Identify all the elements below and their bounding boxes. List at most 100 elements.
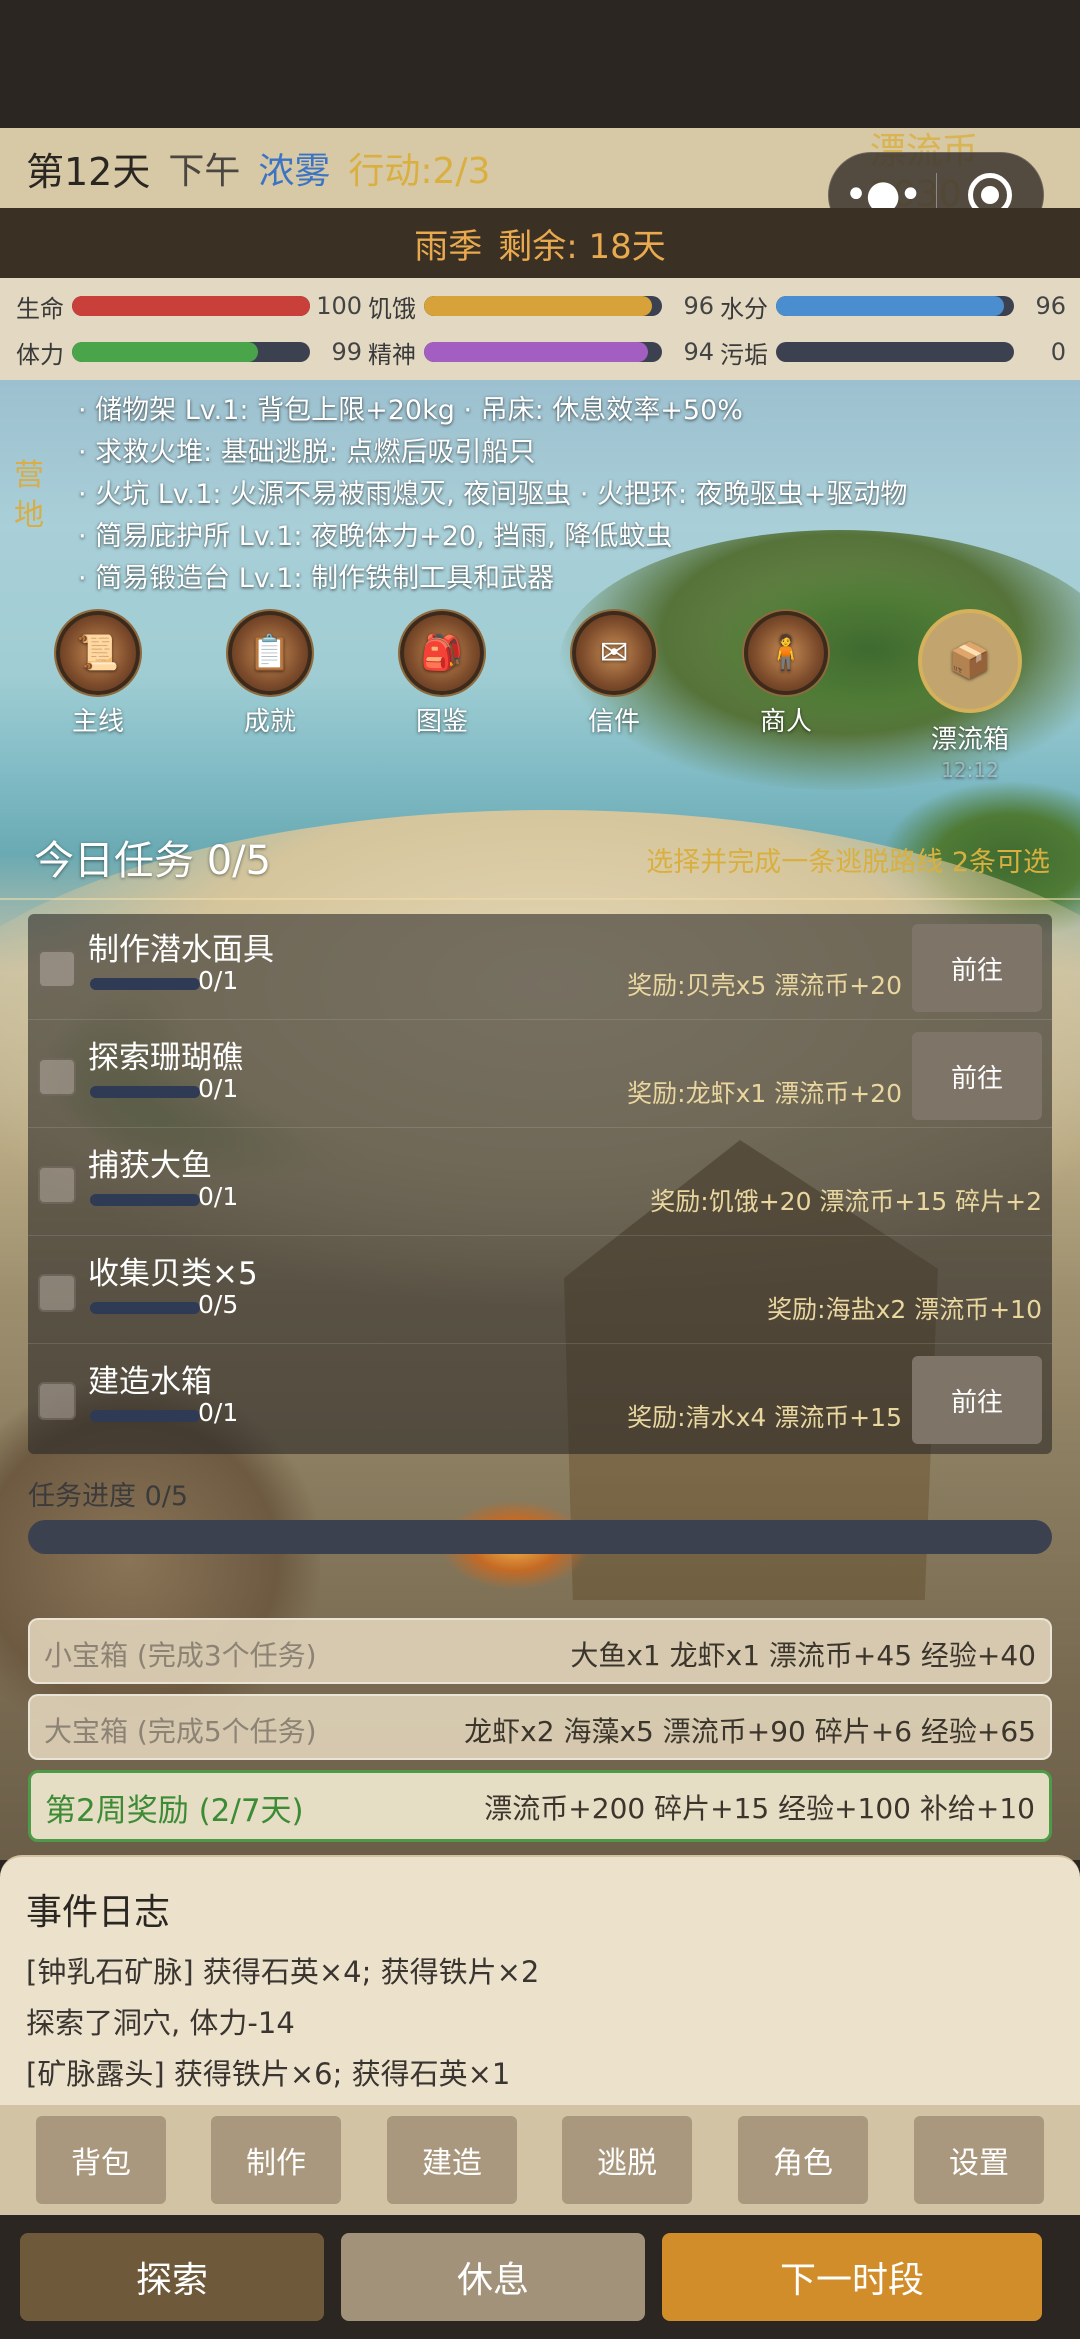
action-label: 行动:2/3 (348, 151, 491, 192)
event-log-title: 事件日志 (26, 1892, 171, 1933)
task-progress-value: 0/1 (198, 966, 239, 995)
task-checkbox[interactable] (38, 1166, 76, 1204)
menu-tabs: 背包 制作 建造 逃脱 角色 设置 (0, 2105, 1080, 2215)
nav-main-quest[interactable]: 📜 主线 (38, 611, 158, 738)
stat-value: 94 (683, 338, 714, 366)
task-go-button[interactable]: 前往 (912, 1032, 1042, 1120)
stat-health: 生命 100 (16, 286, 362, 326)
tab-character[interactable]: 角色 (738, 2116, 868, 2204)
task-progress-bar (90, 1086, 200, 1098)
task-name: 捕获大鱼 (88, 1148, 212, 1184)
scroll-icon: 📜 (56, 611, 140, 695)
task-progress-label: 任务进度 0/5 (28, 1481, 189, 1512)
task-go-button[interactable]: 前往 (912, 924, 1042, 1012)
task-name: 探索珊瑚礁 (88, 1040, 243, 1076)
nav-drift-box[interactable]: 📦 漂流箱 12:12 (910, 609, 1030, 782)
stat-bar (72, 296, 310, 316)
camp-building-item: · 简易锻造台 Lv.1: 制作铁制工具和武器 (78, 563, 555, 594)
daily-tasks-header: 今日任务 0/5 选择并完成一条逃脱路线 2条可选 (0, 810, 1080, 900)
task-go-button[interactable]: 前往 (912, 1356, 1042, 1444)
nav-label: 信件 (587, 707, 640, 737)
rest-button[interactable]: 休息 (341, 2233, 645, 2321)
stat-spirit: 精神 94 (368, 332, 714, 372)
nav-label: 漂流箱 (930, 725, 1009, 755)
weekly-reward[interactable]: 第2周奖励 (2/7天) 漂流币+200 碎片+15 经验+100 补给+10 (28, 1770, 1052, 1842)
event-log-line: 探索了洞穴, 体力-14 (26, 2006, 295, 2040)
tab-escape[interactable]: 逃脱 (562, 2116, 692, 2204)
task-row: 制作潜水面具 0/1 奖励:贝壳x5 漂流币+20 前往 (28, 914, 1052, 1020)
stat-value: 96 (1035, 292, 1066, 320)
chest-name: 大宝箱 (完成5个任务) (44, 1715, 317, 1748)
stat-label: 饥饿 (368, 294, 416, 323)
stat-bar (72, 342, 310, 362)
task-reward: 奖励:龙虾x1 漂流币+20 (627, 1079, 902, 1108)
stat-dirt: 污垢 0 (720, 332, 1066, 372)
task-progress-bar (90, 1410, 200, 1422)
action-bar: 探索 休息 下一时段 (0, 2215, 1080, 2339)
stat-fill (72, 342, 258, 362)
stat-label: 精神 (368, 340, 416, 369)
stat-label: 污垢 (720, 340, 768, 369)
nav-letters[interactable]: ✉ 信件 (554, 611, 674, 738)
nav-label: 成就 (243, 707, 296, 737)
task-checkbox[interactable] (38, 1058, 76, 1096)
nav-merchant[interactable]: 🧍 商人 (726, 611, 846, 738)
big-chest[interactable]: 大宝箱 (完成5个任务) 龙虾x2 海藻x5 漂流币+90 碎片+6 经验+65 (28, 1694, 1052, 1760)
tab-settings[interactable]: 设置 (914, 2116, 1044, 2204)
task-name: 制作潜水面具 (88, 932, 274, 968)
clipboard-icon: 📋 (228, 611, 312, 695)
task-row: 探索珊瑚礁 0/1 奖励:龙虾x1 漂流币+20 前往 (28, 1022, 1052, 1128)
camp-panel: 营地 · 储物架 Lv.1: 背包上限+20kg · 吊床: 休息效率+50% … (0, 380, 1080, 610)
stat-value: 100 (316, 292, 362, 320)
camp-building-item: · 储物架 Lv.1: 背包上限+20kg · 吊床: 休息效率+50% (78, 395, 743, 426)
task-progress-bar (90, 1302, 200, 1314)
system-top-bar (0, 0, 1080, 128)
chest-name: 第2周奖励 (2/7天) (45, 1793, 304, 1829)
stat-label: 生命 (16, 294, 64, 323)
tab-backpack[interactable]: 背包 (36, 2116, 166, 2204)
task-progress-value: 0/1 (198, 1074, 239, 1103)
stat-stamina: 体力 99 (16, 332, 362, 372)
stat-fill (776, 296, 1005, 316)
stat-value: 99 (331, 338, 362, 366)
nav-label: 主线 (71, 707, 124, 737)
daily-tasks-title: 今日任务 0/5 (34, 838, 272, 884)
escape-route-hint[interactable]: 选择并完成一条逃脱路线 2条可选 (646, 840, 1050, 879)
task-checkbox[interactable] (38, 1274, 76, 1312)
drift-box-icon: 📦 (918, 609, 1022, 713)
task-checkbox[interactable] (38, 950, 76, 988)
stat-value: 96 (683, 292, 714, 320)
chest-reward: 漂流币+200 碎片+15 经验+100 补给+10 (484, 1792, 1035, 1825)
task-row: 收集贝类×5 0/5 奖励:海盐x2 漂流币+10 (28, 1238, 1052, 1344)
stat-label: 体力 (16, 340, 64, 369)
nav-codex[interactable]: 🎒 图鉴 (382, 611, 502, 738)
task-list: 制作潜水面具 0/1 奖励:贝壳x5 漂流币+20 前往 探索珊瑚礁 0/1 奖… (28, 914, 1052, 1454)
drift-box-timer: 12:12 (941, 758, 999, 782)
task-row: 捕获大鱼 0/1 奖励:饥饿+20 漂流币+15 碎片+2 (28, 1130, 1052, 1236)
chest-name: 小宝箱 (完成3个任务) (44, 1639, 317, 1672)
nav-label: 商人 (759, 707, 812, 737)
stat-fill (72, 296, 310, 316)
stat-label: 水分 (720, 294, 768, 323)
stat-value: 0 (1050, 338, 1066, 366)
tab-craft[interactable]: 制作 (211, 2116, 341, 2204)
weather-label: 浓雾 (258, 151, 331, 192)
stat-bar (424, 296, 662, 316)
task-progress-value: 0/5 (198, 1290, 239, 1319)
tab-build[interactable]: 建造 (387, 2116, 517, 2204)
backpack-icon: 🎒 (400, 611, 484, 695)
feature-nav: 📜 主线 📋 成就 🎒 图鉴 ✉ 信件 🧍 商人 📦 漂流箱 12:12 (0, 605, 1080, 805)
season-bar: 雨季 剩余: 18天 (0, 208, 1080, 278)
small-chest[interactable]: 小宝箱 (完成3个任务) 大鱼x1 龙虾x1 漂流币+45 经验+40 (28, 1618, 1052, 1684)
season-name: 雨季 (414, 226, 483, 267)
task-progress-track (28, 1520, 1052, 1554)
task-checkbox[interactable] (38, 1382, 76, 1420)
explore-button[interactable]: 探索 (20, 2233, 324, 2321)
season-remain: 剩余: 18天 (498, 226, 666, 267)
task-progress: 任务进度 0/5 (28, 1470, 1058, 1566)
next-period-button[interactable]: 下一时段 (662, 2233, 1042, 2321)
task-progress-value: 0/1 (198, 1398, 239, 1427)
nav-achievements[interactable]: 📋 成就 (210, 611, 330, 738)
divider (0, 898, 1080, 900)
task-name: 收集贝类×5 (88, 1256, 258, 1292)
